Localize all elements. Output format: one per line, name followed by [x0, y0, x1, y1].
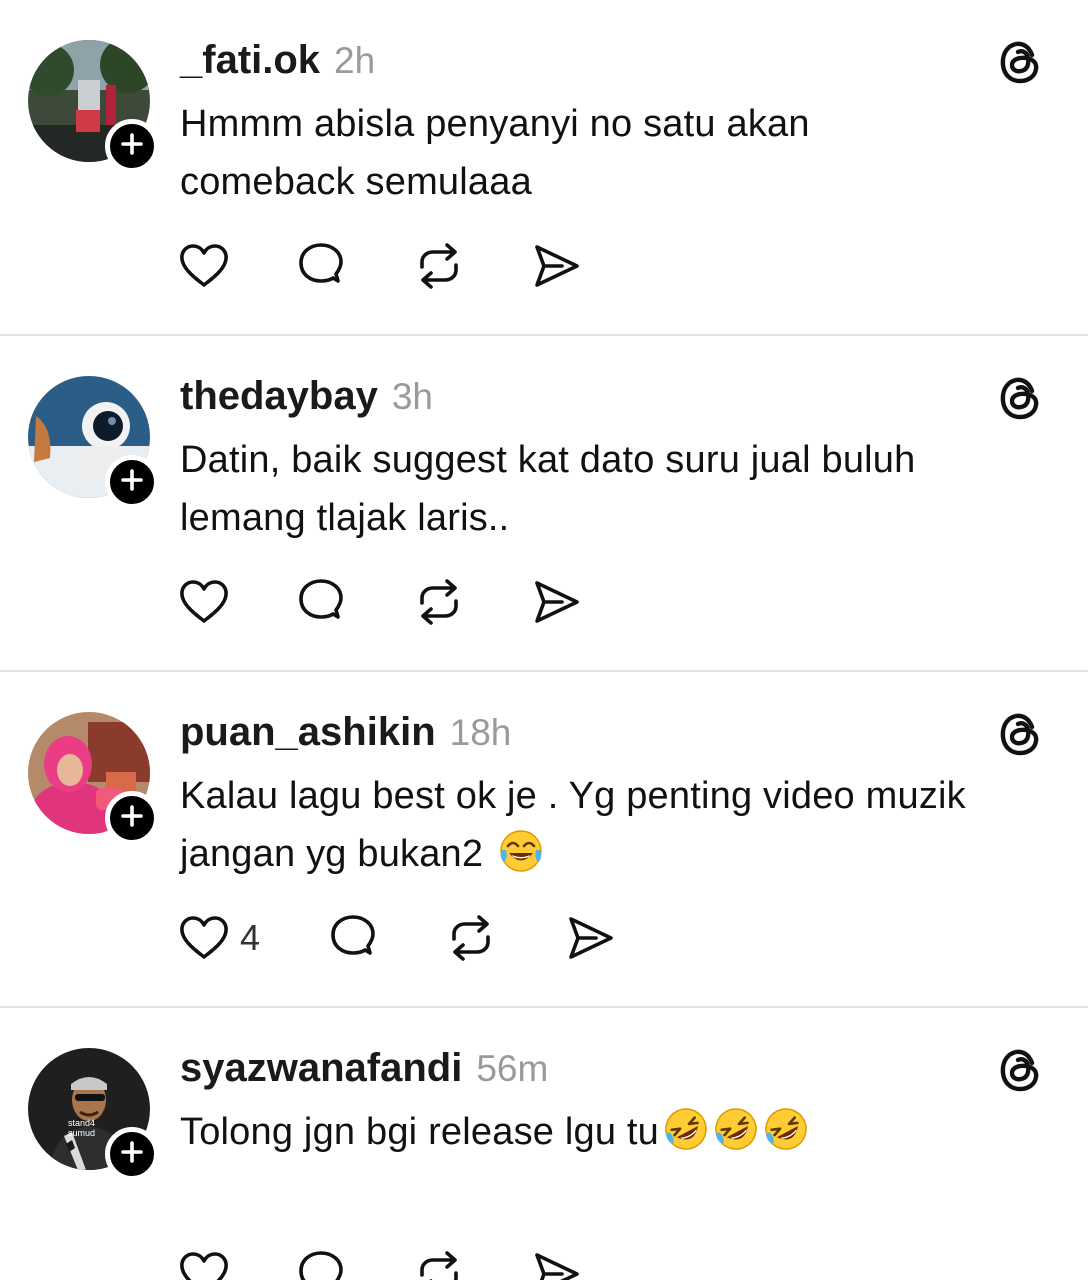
post-text-content: Hmmm abisla penyanyi no satu akan: [180, 103, 810, 145]
repost-icon: [414, 1249, 464, 1280]
username[interactable]: syazwanafandi: [180, 1046, 462, 1091]
post-header: syazwanafandi 56m: [180, 1046, 548, 1091]
comment-bubble-icon: [296, 577, 346, 627]
repost-button[interactable]: [414, 238, 464, 294]
send-icon: [566, 915, 616, 961]
post-text-line: Datin, baik suggest kat dato suru jual b…: [180, 431, 1060, 489]
avatar-shirt-text: stand4: [68, 1118, 95, 1128]
share-button[interactable]: [532, 1246, 582, 1280]
send-icon: [532, 243, 582, 289]
avatar-container: [28, 712, 159, 845]
like-button[interactable]: [178, 574, 230, 630]
repost-button[interactable]: [446, 910, 496, 966]
plus-icon: [121, 132, 143, 160]
post: thedaybay 3h Datin, baik suggest kat dato …: [0, 336, 1088, 672]
action-bar: 4: [178, 910, 616, 966]
post-text-line: Tolong jgn bgi release lgu tu: [180, 1103, 1060, 1161]
follow-button[interactable]: [105, 791, 159, 845]
follow-button[interactable]: [105, 455, 159, 509]
reply-button[interactable]: [296, 1246, 346, 1280]
post-header: puan_ashikin 18h: [180, 710, 511, 755]
post-text-content: Tolong jgn bgi release lgu tu: [180, 1111, 660, 1153]
follow-button[interactable]: [105, 1127, 159, 1181]
heart-icon: [178, 578, 230, 626]
timestamp: 3h: [391, 376, 434, 417]
timestamp: 56m: [476, 1048, 549, 1089]
post-text: Tolong jgn bgi release lgu tu: [180, 1103, 1060, 1161]
post-header: thedaybay 3h: [180, 374, 433, 419]
send-icon: [532, 579, 582, 625]
action-bar: [178, 238, 582, 294]
timestamp: 18h: [449, 712, 512, 753]
comment-bubble-icon: [296, 1249, 346, 1280]
comment-bubble-icon: [296, 241, 346, 291]
post-text-line: lemang tlajak laris..: [180, 489, 1060, 547]
like-button[interactable]: [178, 1246, 230, 1280]
post-text-content: Kalau lagu best ok je . Yg penting video…: [180, 775, 966, 817]
threads-logo-icon[interactable]: [996, 1046, 1044, 1094]
rolling-on-the-floor-laughing-emoji: [663, 1106, 709, 1152]
post-text-content: comeback semulaaa: [180, 161, 532, 203]
rolling-on-the-floor-laughing-emoji: [713, 1106, 759, 1152]
plus-icon: [121, 804, 143, 832]
like-button[interactable]: 4: [178, 910, 260, 966]
post-text-line: jangan yg bukan2: [180, 825, 1060, 883]
repost-icon: [446, 913, 496, 963]
post-header: _fati.ok 2h: [180, 38, 375, 83]
repost-icon: [414, 241, 464, 291]
post: puan_ashikin 18h Kalau lagu best ok je . Y…: [0, 672, 1088, 1008]
action-bar: [178, 574, 582, 630]
thread-replies-feed: _fati.ok 2h Hmmm abisla penyanyi no satu a…: [0, 0, 1088, 1280]
post: _fati.ok 2h Hmmm abisla penyanyi no satu a…: [0, 0, 1088, 336]
post-text: Datin, baik suggest kat dato suru jual b…: [180, 431, 1060, 547]
share-button[interactable]: [532, 238, 582, 294]
avatar-container: [28, 376, 159, 509]
like-count: 4: [240, 917, 261, 958]
post-text-content: jangan yg bukan2: [180, 833, 484, 875]
timestamp: 2h: [334, 40, 376, 81]
reply-button[interactable]: [328, 910, 378, 966]
threads-logo-icon[interactable]: [996, 710, 1044, 758]
reply-button[interactable]: [296, 238, 346, 294]
post-text-line: Kalau lagu best ok je . Yg penting video…: [180, 767, 1060, 825]
repost-button[interactable]: [414, 1246, 464, 1280]
heart-icon: [178, 1250, 230, 1280]
reply-button[interactable]: [296, 574, 346, 630]
repost-icon: [414, 577, 464, 627]
avatar-shirt-text: sumud: [68, 1128, 95, 1138]
like-button[interactable]: [178, 238, 230, 294]
post: stand4 sumud syazwanafandi 56m Tolong jgn bg…: [0, 1008, 1088, 1280]
share-button[interactable]: [566, 910, 616, 966]
repost-button[interactable]: [414, 574, 464, 630]
post-text: Kalau lagu best ok je . Yg penting video…: [180, 767, 1060, 883]
plus-icon: [121, 1140, 143, 1168]
username[interactable]: thedaybay: [180, 374, 378, 419]
username[interactable]: puan_ashikin: [180, 710, 436, 755]
username[interactable]: _fati.ok: [180, 38, 320, 83]
send-icon: [532, 1251, 582, 1280]
threads-logo-icon[interactable]: [996, 38, 1044, 86]
threads-logo-icon[interactable]: [996, 374, 1044, 422]
face-with-tears-of-joy-emoji: [498, 828, 544, 874]
follow-button[interactable]: [105, 119, 159, 173]
plus-icon: [121, 468, 143, 496]
post-text-line: comeback semulaaa: [180, 153, 1060, 211]
heart-icon: [178, 914, 230, 962]
action-bar: [178, 1246, 582, 1280]
avatar-container: stand4 sumud: [28, 1048, 159, 1181]
avatar-container: [28, 40, 159, 173]
comment-bubble-icon: [328, 913, 378, 963]
heart-icon: [178, 242, 230, 290]
share-button[interactable]: [532, 574, 582, 630]
post-text-line: Hmmm abisla penyanyi no satu akan: [180, 95, 1060, 153]
post-text-content: lemang tlajak laris..: [180, 497, 510, 539]
rolling-on-the-floor-laughing-emoji: [763, 1106, 809, 1152]
post-text-content: Datin, baik suggest kat dato suru jual b…: [180, 439, 916, 481]
post-text: Hmmm abisla penyanyi no satu akan comebac…: [180, 95, 1060, 211]
